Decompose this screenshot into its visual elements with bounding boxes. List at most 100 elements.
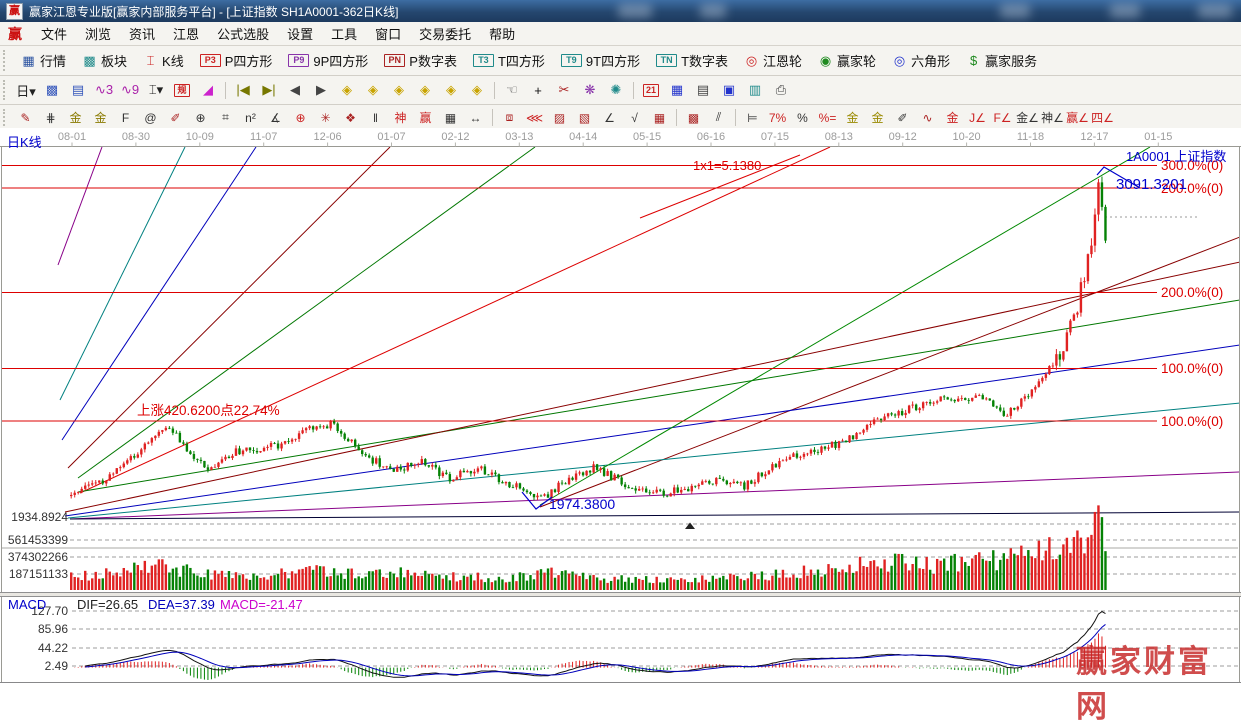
mark-pen-icon[interactable]: ✐ [891, 108, 914, 127]
t-number-table-button[interactable]: TNT数字表 [648, 46, 736, 75]
expand-h-icon[interactable]: ◈ [387, 80, 411, 101]
toolbar-grip[interactable] [3, 80, 8, 100]
menu-item-8[interactable]: 交易委托 [410, 23, 480, 44]
grid-pen-icon[interactable]: ▩ [682, 108, 705, 127]
winner-service-button[interactable]: $赢家服务 [958, 46, 1045, 75]
gold-zone-icon[interactable]: 金 [941, 108, 964, 127]
crosshair-tool-icon[interactable]: + [526, 80, 550, 101]
trend-angle-icon[interactable]: ∠ [598, 108, 621, 127]
pixel-grid-icon[interactable]: ▦ [648, 108, 671, 127]
f-angle-icon[interactable]: F∠ [991, 108, 1014, 127]
scale-ruler-icon[interactable]: ⊨ [741, 108, 764, 127]
t-square-button[interactable]: T3T四方形 [465, 46, 553, 75]
gold-line-icon[interactable]: 金 [866, 108, 889, 127]
check-line-icon[interactable]: √ [623, 108, 646, 127]
angle-mark-icon[interactable]: ∡ [264, 108, 287, 127]
gold-circle-icon[interactable]: 金 [841, 108, 864, 127]
color-fan-icon[interactable]: ◢ [196, 80, 220, 101]
grid-tool-icon[interactable]: ⋕ [39, 108, 62, 127]
market-quotes-button[interactable]: ▦行情 [13, 46, 74, 75]
number-grid-icon[interactable]: ▦ [439, 108, 462, 127]
shrink-all-icon[interactable]: ◈ [465, 80, 489, 101]
save-icon[interactable]: ▣ [717, 80, 741, 101]
circle-grid-icon[interactable]: ⊕ [189, 108, 212, 127]
flower-tool-icon[interactable]: ❋ [578, 80, 602, 101]
menu-item-7[interactable]: 窗口 [366, 23, 410, 44]
web-box-icon[interactable]: ❖ [339, 108, 362, 127]
candle-style-dropdown[interactable]: ⌶▾ [144, 80, 168, 101]
print-icon[interactable]: ⎙ [769, 80, 793, 101]
sectors-button[interactable]: ▩板块 [74, 46, 135, 75]
j-angle-icon[interactable]: J∠ [966, 108, 989, 127]
p-number-table-button[interactable]: PNP数字表 [376, 46, 465, 75]
ying-angle-icon[interactable]: 赢∠ [1066, 108, 1089, 127]
percent-zone-icon[interactable]: 7% [766, 108, 789, 127]
calendar-icon[interactable]: 21 [639, 80, 663, 101]
t9-square-button[interactable]: T99T四方形 [553, 46, 648, 75]
kline-button[interactable]: ⌶K线 [135, 46, 192, 75]
menu-item-1[interactable]: 浏览 [76, 23, 120, 44]
hand-tool-icon[interactable]: ☜ [500, 80, 524, 101]
wave-9-icon[interactable]: ∿9 [118, 80, 142, 101]
next-bar-icon[interactable]: ▶ [309, 80, 333, 101]
menu-item-4[interactable]: 公式选股 [208, 23, 278, 44]
shen-angle-icon[interactable]: 神∠ [1041, 108, 1064, 127]
zoom-in-h-icon[interactable]: ◈ [361, 80, 385, 101]
menu-item-9[interactable]: 帮助 [480, 23, 524, 44]
p9-square-button[interactable]: P99P四方形 [280, 46, 376, 75]
percent-icon[interactable]: % [791, 108, 814, 127]
menu-item-0[interactable]: 文件 [32, 23, 76, 44]
last-bar-icon[interactable]: ▶| [257, 80, 281, 101]
shrink-h-icon[interactable]: ◈ [413, 80, 437, 101]
pencil2-tool-icon[interactable]: ✐ [164, 108, 187, 127]
menu-item-6[interactable]: 工具 [322, 23, 366, 44]
toolbar-grip[interactable] [3, 109, 8, 127]
first-bar-icon[interactable]: |◀ [231, 80, 255, 101]
gold-grid-icon[interactable]: 金 [64, 108, 87, 127]
navigation-toolbar: 日▾▩▤∿3∿9⌶▾规◢|◀▶|◀▶◈◈◈◈◈◈☜+✂❋✺21▦▤▣▥⎙ [0, 76, 1241, 105]
marks-icon[interactable]: ǁ [364, 108, 387, 127]
info-note-icon[interactable]: ▤ [66, 80, 90, 101]
spiral-tool-icon[interactable]: @ [139, 108, 162, 127]
gann-wheel-button[interactable]: ◎江恩轮 [736, 46, 810, 75]
hexagon-button[interactable]: ◎六角形 [884, 46, 958, 75]
expand-all-icon[interactable]: ◈ [439, 80, 463, 101]
h-span-icon[interactable]: ↔ [464, 108, 487, 127]
n-square-icon[interactable]: n² [239, 108, 262, 127]
si-angle-icon[interactable]: 四∠ [1091, 108, 1114, 127]
wave-mark-icon[interactable]: ∿ [916, 108, 939, 127]
gold-grid2-icon[interactable]: 金 [89, 108, 112, 127]
pencil-tool-icon[interactable]: ✎ [14, 108, 37, 127]
toolbar-grip[interactable] [3, 50, 8, 70]
menu-item-2[interactable]: 资讯 [120, 23, 164, 44]
percent-line-icon[interactable]: %= [816, 108, 839, 127]
menu-item-3[interactable]: 江恩 [164, 23, 208, 44]
ying-grid-icon[interactable]: 赢 [414, 108, 437, 127]
export-image-icon[interactable]: ▥ [743, 80, 767, 101]
p-square-button[interactable]: P3P四方形 [192, 46, 281, 75]
winner-wheel-button[interactable]: ◉赢家轮 [810, 46, 884, 75]
gann-compass-icon[interactable]: ⊕ [289, 108, 312, 127]
dense-grid-icon[interactable]: ⌗ [214, 108, 237, 127]
zoom-out-h-icon[interactable]: ◈ [335, 80, 359, 101]
prev-bar-icon[interactable]: ◀ [283, 80, 307, 101]
shen-grid-icon[interactable]: 神 [389, 108, 412, 127]
brain-tool-icon[interactable]: ✺ [604, 80, 628, 101]
window-frame-icon[interactable]: ⧈ [498, 108, 521, 127]
chart-window-icon[interactable]: ▩ [40, 80, 64, 101]
f-grid-icon[interactable]: F [114, 108, 137, 127]
measure-tool-icon[interactable]: ✂ [552, 80, 576, 101]
notepad-icon[interactable]: ▤ [691, 80, 715, 101]
chart-area[interactable]: 08-0108-3010-0911-0712-0601-0702-1203-13… [0, 128, 1241, 684]
speed-fan-icon[interactable]: ⋘ [523, 108, 546, 127]
parallel-lines-icon[interactable]: ⫽ [707, 108, 730, 127]
wave-3-icon[interactable]: ∿3 [92, 80, 116, 101]
menu-item-5[interactable]: 设置 [278, 23, 322, 44]
kline-style-dropdown[interactable]: 日▾ [14, 80, 38, 101]
fan-box-icon[interactable]: ▨ [548, 108, 571, 127]
web-grid-icon[interactable]: ✳ [314, 108, 337, 127]
pattern-box-icon[interactable]: 规 [170, 80, 194, 101]
shade-box-icon[interactable]: ▧ [573, 108, 596, 127]
calculator-icon[interactable]: ▦ [665, 80, 689, 101]
gold-angle-icon[interactable]: 金∠ [1016, 108, 1039, 127]
